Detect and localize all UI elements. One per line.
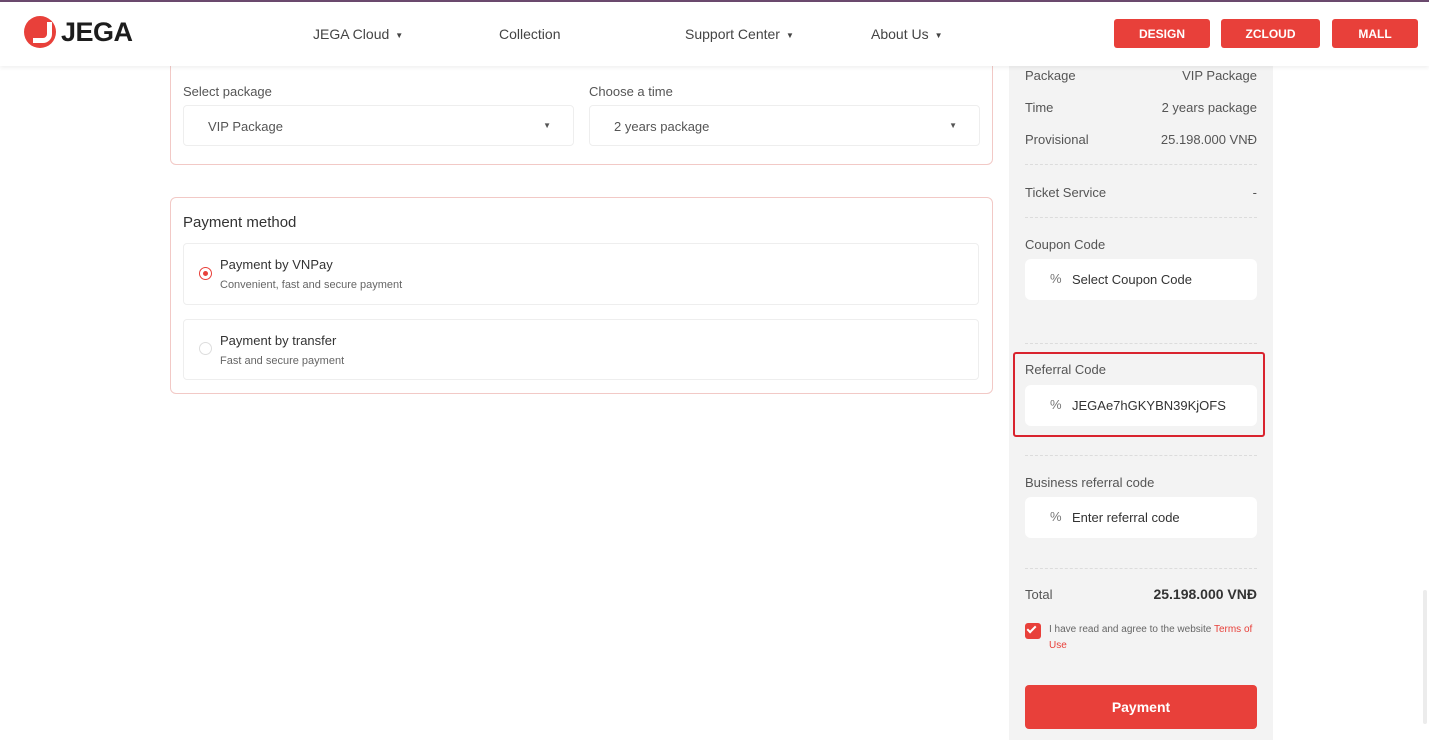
caret-down-icon: ▼ <box>785 30 794 40</box>
choose-time-label: Choose a time <box>589 84 673 99</box>
coupon-code-text: Select Coupon Code <box>1072 272 1192 287</box>
package-select-value: VIP Package <box>208 119 283 134</box>
summary-package-label: Package <box>1025 68 1076 83</box>
nav-label: JEGA Cloud <box>313 26 390 42</box>
summary-package-value: VIP Package <box>1182 68 1257 83</box>
summary-provisional-value: 25.198.000 VNĐ <box>1160 132 1257 147</box>
caret-down-icon: ▼ <box>543 121 551 130</box>
ticket-service-value: - <box>1252 185 1257 200</box>
total-label: Total <box>1025 587 1053 602</box>
caret-down-icon: ▼ <box>934 30 943 40</box>
nav-support-center[interactable]: Support Center ▼ <box>685 26 794 42</box>
total-value: 25.198.000 VNĐ <box>1153 586 1257 602</box>
summary-time-label: Time <box>1025 100 1054 115</box>
divider <box>1025 343 1257 344</box>
ticket-service-label: Ticket Service <box>1025 185 1107 200</box>
payment-option-vnpay[interactable]: Payment by VNPay Convenient, fast and se… <box>183 243 979 305</box>
coupon-code-label: Coupon Code <box>1025 237 1106 252</box>
divider <box>1025 455 1257 456</box>
caret-down-icon: ▼ <box>395 30 404 40</box>
site-header: JEGA JEGA Cloud ▼ Collection Support Cent… <box>0 2 1429 66</box>
nav-label: About Us <box>871 26 929 42</box>
business-referral-label: Business referral code <box>1025 475 1155 490</box>
mall-button[interactable]: MALL <box>1332 19 1418 48</box>
caret-down-icon: ▼ <box>949 121 957 130</box>
payment-option-name: Payment by transfer <box>220 333 337 348</box>
radio-selected-icon[interactable] <box>199 267 212 280</box>
terms-checkbox[interactable] <box>1025 623 1041 639</box>
nav-about-us[interactable]: About Us ▼ <box>871 26 943 42</box>
scrollbar[interactable] <box>1423 590 1427 724</box>
zcloud-button[interactable]: ZCLOUD <box>1221 19 1320 48</box>
nav-label: Collection <box>499 26 561 42</box>
payment-option-desc: Fast and secure payment <box>220 355 345 367</box>
payment-button[interactable]: Payment <box>1025 685 1257 729</box>
nav-label: Support Center <box>685 26 780 42</box>
terms-agreement: I have read and agree to the website Ter… <box>1049 622 1261 654</box>
summary-time-value: 2 years package <box>1161 100 1257 115</box>
summary-provisional-label: Provisional <box>1025 132 1089 147</box>
design-button[interactable]: DESIGN <box>1114 19 1210 48</box>
percent-icon: % <box>1050 271 1062 286</box>
radio-unselected-icon[interactable] <box>199 342 212 355</box>
payment-method-card: Payment method Payment by VNPay Convenie… <box>170 197 993 394</box>
time-select[interactable]: 2 years package ▼ <box>589 105 980 146</box>
package-select[interactable]: VIP Package ▼ <box>183 105 574 146</box>
divider <box>1025 164 1257 165</box>
business-referral-placeholder: Enter referral code <box>1072 510 1180 525</box>
package-card: Select package VIP Package ▼ Choose a ti… <box>170 56 993 165</box>
percent-icon: % <box>1050 509 1062 524</box>
checkmark-icon <box>1026 623 1037 634</box>
payment-method-title: Payment method <box>183 214 297 231</box>
payment-option-desc: Convenient, fast and secure payment <box>220 279 403 291</box>
payment-option-name: Payment by VNPay <box>220 257 333 272</box>
terms-agreement-text: I have read and agree to the website <box>1049 624 1214 635</box>
select-package-label: Select package <box>183 84 272 99</box>
nav-collection[interactable]: Collection <box>499 26 560 42</box>
jega-logo-icon <box>24 16 56 48</box>
jega-logo[interactable]: JEGA <box>24 16 133 48</box>
business-referral-input[interactable]: % Enter referral code <box>1025 497 1257 538</box>
coupon-code-selector[interactable]: % Select Coupon Code <box>1025 259 1257 300</box>
time-select-value: 2 years package <box>614 119 710 134</box>
logo-text: JEGA <box>61 16 133 47</box>
payment-option-transfer[interactable]: Payment by transfer Fast and secure paym… <box>183 319 979 380</box>
referral-code-highlight <box>1013 352 1265 437</box>
divider <box>1025 568 1257 569</box>
divider <box>1025 217 1257 218</box>
nav-jega-cloud[interactable]: JEGA Cloud ▼ <box>313 26 403 42</box>
